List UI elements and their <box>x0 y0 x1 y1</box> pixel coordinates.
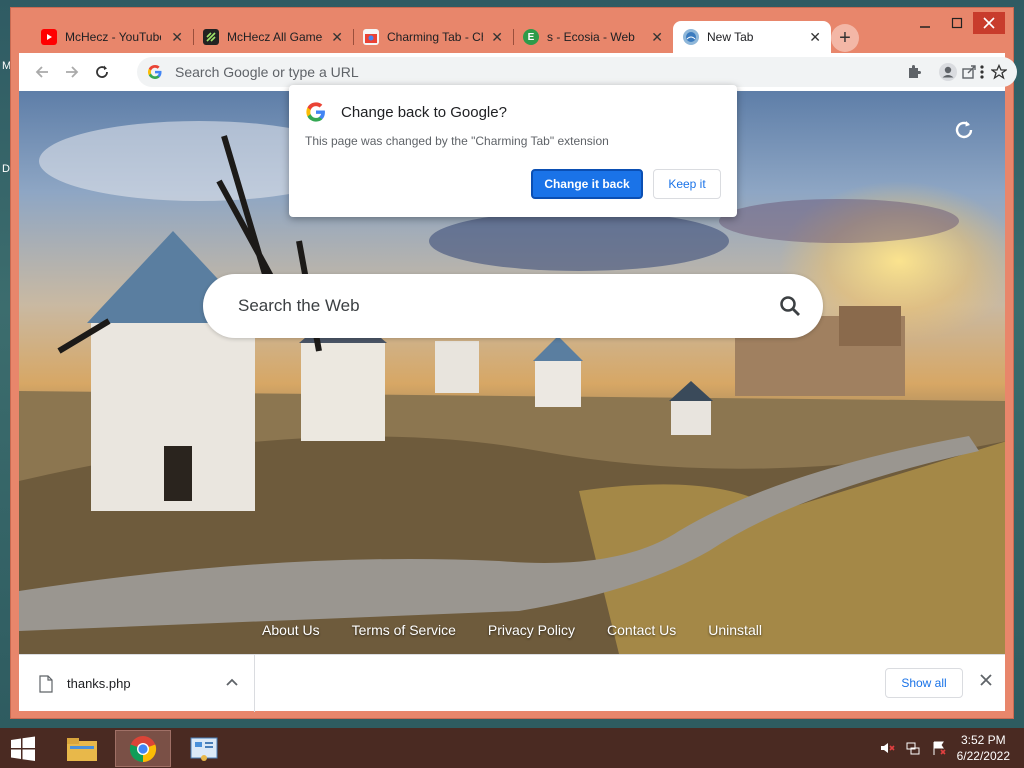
footer-links: About Us Terms of Service Privacy Policy… <box>19 622 1005 638</box>
tab-mchecz-games[interactable]: McHecz All Games ✕ <box>193 21 353 53</box>
close-tab-icon[interactable]: ✕ <box>171 29 183 46</box>
windows-start-icon[interactable] <box>10 736 36 762</box>
search-placeholder: Search the Web <box>238 296 360 315</box>
tab-title: McHecz All Games <box>227 30 323 44</box>
clock-date: 6/22/2022 <box>956 749 1010 763</box>
tab-title: McHecz - YouTube <box>65 30 161 44</box>
control-panel-icon <box>190 737 218 761</box>
maximize-icon <box>951 17 963 29</box>
arrow-left-icon <box>35 66 48 78</box>
file-icon <box>39 674 53 693</box>
refresh-icon <box>955 121 973 139</box>
taskbar: 3:52 PM 6/22/2022 <box>0 728 1024 768</box>
youtube-icon <box>41 29 57 45</box>
clock-time: 3:52 PM <box>960 733 1006 747</box>
chrome-window: McHecz - YouTube ✕ McHecz All Games ✕ Ch… <box>10 7 1017 719</box>
omnibox-placeholder: Search Google or type a URL <box>175 64 359 80</box>
menu-button[interactable] <box>967 57 997 87</box>
ecosia-icon: E <box>523 29 539 45</box>
change-back-dialog: Change back to Google? This page was cha… <box>289 85 737 217</box>
tab-title: New Tab <box>707 30 754 44</box>
network-icon[interactable] <box>905 740 921 756</box>
search-icon[interactable] <box>779 295 801 317</box>
contact-us-link[interactable]: Contact Us <box>607 622 676 638</box>
minimize-icon <box>920 26 930 28</box>
close-tab-icon[interactable]: ✕ <box>651 29 663 46</box>
profile-button[interactable] <box>933 57 963 87</box>
tab-new-tab[interactable]: New Tab ✕ <box>673 21 831 53</box>
maximize-button[interactable] <box>941 12 973 34</box>
volume-muted-icon[interactable] <box>879 740 895 756</box>
game-logo-icon <box>203 29 219 45</box>
kebab-menu-icon <box>980 65 984 79</box>
download-item[interactable]: thanks.php <box>19 655 255 712</box>
change-it-back-button[interactable]: Change it back <box>531 169 643 199</box>
google-g-icon <box>148 65 162 79</box>
privacy-policy-link[interactable]: Privacy Policy <box>488 622 575 638</box>
window-controls <box>909 12 1005 34</box>
keep-it-button[interactable]: Keep it <box>653 169 721 199</box>
minimize-button[interactable] <box>909 12 941 34</box>
reload-button[interactable] <box>87 57 117 87</box>
address-bar[interactable]: Search Google or type a URL <box>137 57 1017 87</box>
refresh-background-icon[interactable] <box>953 119 975 148</box>
system-tray: 3:52 PM 6/22/2022 <box>879 732 1010 764</box>
taskbar-file-explorer[interactable] <box>54 730 110 767</box>
taskbar-chrome[interactable] <box>115 730 171 767</box>
show-all-button[interactable]: Show all <box>885 668 963 698</box>
tab-ecosia[interactable]: E s - Ecosia - Web ✕ <box>513 21 673 53</box>
web-search-box[interactable]: Search the Web <box>203 274 823 338</box>
google-g-icon <box>306 102 325 122</box>
taskbar-control-panel[interactable] <box>176 730 232 767</box>
close-icon[interactable] <box>979 673 993 687</box>
chrome-web-store-icon <box>363 29 379 45</box>
dialog-title: Change back to Google? <box>341 104 507 121</box>
new-tab-button[interactable]: + <box>831 24 859 52</box>
about-us-link[interactable]: About Us <box>262 622 320 638</box>
tab-strip: McHecz - YouTube ✕ McHecz All Games ✕ Ch… <box>31 21 831 53</box>
forward-button[interactable] <box>57 57 87 87</box>
reload-icon <box>96 65 108 78</box>
terms-of-service-link[interactable]: Terms of Service <box>352 622 456 638</box>
close-tab-icon[interactable]: ✕ <box>491 29 503 46</box>
folder-icon <box>67 737 97 761</box>
plus-icon: + <box>839 26 851 49</box>
close-icon <box>983 17 995 29</box>
taskbar-clock[interactable]: 3:52 PM 6/22/2022 <box>957 732 1010 764</box>
download-bar: thanks.php Show all <box>19 654 1005 712</box>
avatar-icon <box>939 63 957 81</box>
download-filename: thanks.php <box>67 676 131 691</box>
close-tab-icon[interactable]: ✕ <box>331 29 343 46</box>
tab-title: Charming Tab - Chrome <box>387 30 483 44</box>
action-center-flag-icon[interactable] <box>931 740 947 756</box>
dialog-message: This page was changed by the "Charming T… <box>305 134 609 148</box>
tab-charming-tab[interactable]: Charming Tab - Chrome ✕ <box>353 21 513 53</box>
extensions-button[interactable] <box>899 57 929 87</box>
arrow-right-icon <box>66 66 79 78</box>
charming-tab-icon <box>683 29 699 45</box>
tab-youtube[interactable]: McHecz - YouTube ✕ <box>31 21 193 53</box>
desktop-icon-label: D <box>2 163 10 175</box>
chrome-icon <box>129 735 157 762</box>
back-button[interactable] <box>27 57 57 87</box>
puzzle-icon <box>909 65 921 78</box>
close-tab-icon[interactable]: ✕ <box>809 29 821 46</box>
uninstall-link[interactable]: Uninstall <box>708 622 762 638</box>
tab-title: s - Ecosia - Web <box>547 30 635 44</box>
chevron-up-icon[interactable] <box>225 675 239 689</box>
close-window-button[interactable] <box>973 12 1005 34</box>
